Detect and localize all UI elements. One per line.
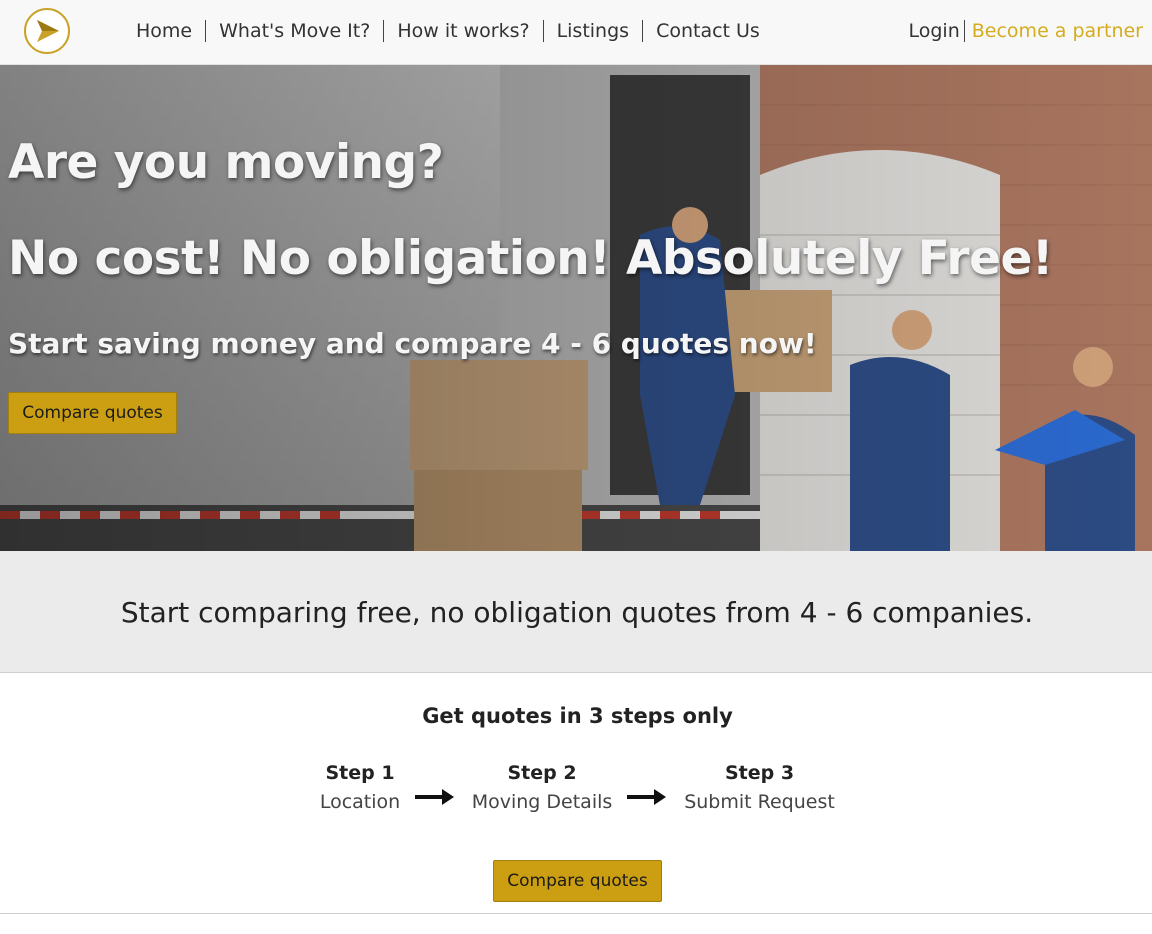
long-arrow-right-icon: [415, 789, 454, 805]
info-band: Start comparing free, no obligation quot…: [0, 551, 1152, 673]
compare-quotes-button[interactable]: Compare quotes: [493, 860, 662, 902]
nav-listings[interactable]: Listings: [542, 20, 643, 42]
main-nav: Home What's Move It? How it works? Listi…: [123, 18, 773, 44]
play-arrow-circle-icon[interactable]: [23, 7, 71, 55]
step-3-label: Submit Request: [684, 791, 835, 813]
nav-home[interactable]: Home: [123, 20, 205, 42]
hero-banner: Are you moving? No cost! No obligation! …: [0, 65, 1152, 551]
account-nav: Login Become a partner: [909, 18, 1143, 44]
step-2: Step 2 Moving Details: [462, 759, 622, 817]
hero-compare-quotes-button[interactable]: Compare quotes: [8, 392, 177, 434]
step-1: Step 1 Location: [302, 759, 418, 817]
section-divider: [0, 913, 1152, 914]
long-arrow-right-icon: [627, 789, 666, 805]
login-link[interactable]: Login: [909, 20, 965, 42]
become-partner-link[interactable]: Become a partner: [965, 20, 1143, 42]
hero-title: Are you moving?: [8, 135, 444, 190]
step-1-heading: Step 1: [325, 762, 395, 784]
step-1-label: Location: [319, 791, 401, 813]
step-3-heading: Step 3: [724, 762, 795, 784]
step-2-label: Moving Details: [471, 791, 613, 813]
top-navbar: Home What's Move It? How it works? Listi…: [0, 0, 1152, 65]
band-text: Start comparing free, no obligation quot…: [120, 596, 1034, 629]
nav-how-it-works[interactable]: How it works?: [383, 20, 542, 42]
step-2-heading: Step 2: [507, 762, 577, 784]
hero-subtitle: Start saving money and compare 4 - 6 quo…: [8, 327, 817, 360]
steps-title: Get quotes in 3 steps only: [422, 704, 733, 728]
nav-contact-us[interactable]: Contact Us: [642, 20, 773, 42]
step-3: Step 3 Submit Request: [676, 759, 843, 817]
hero-tagline: No cost! No obligation! Absolutely Free!: [8, 231, 1053, 286]
nav-whats-move-it[interactable]: What's Move It?: [205, 20, 383, 42]
